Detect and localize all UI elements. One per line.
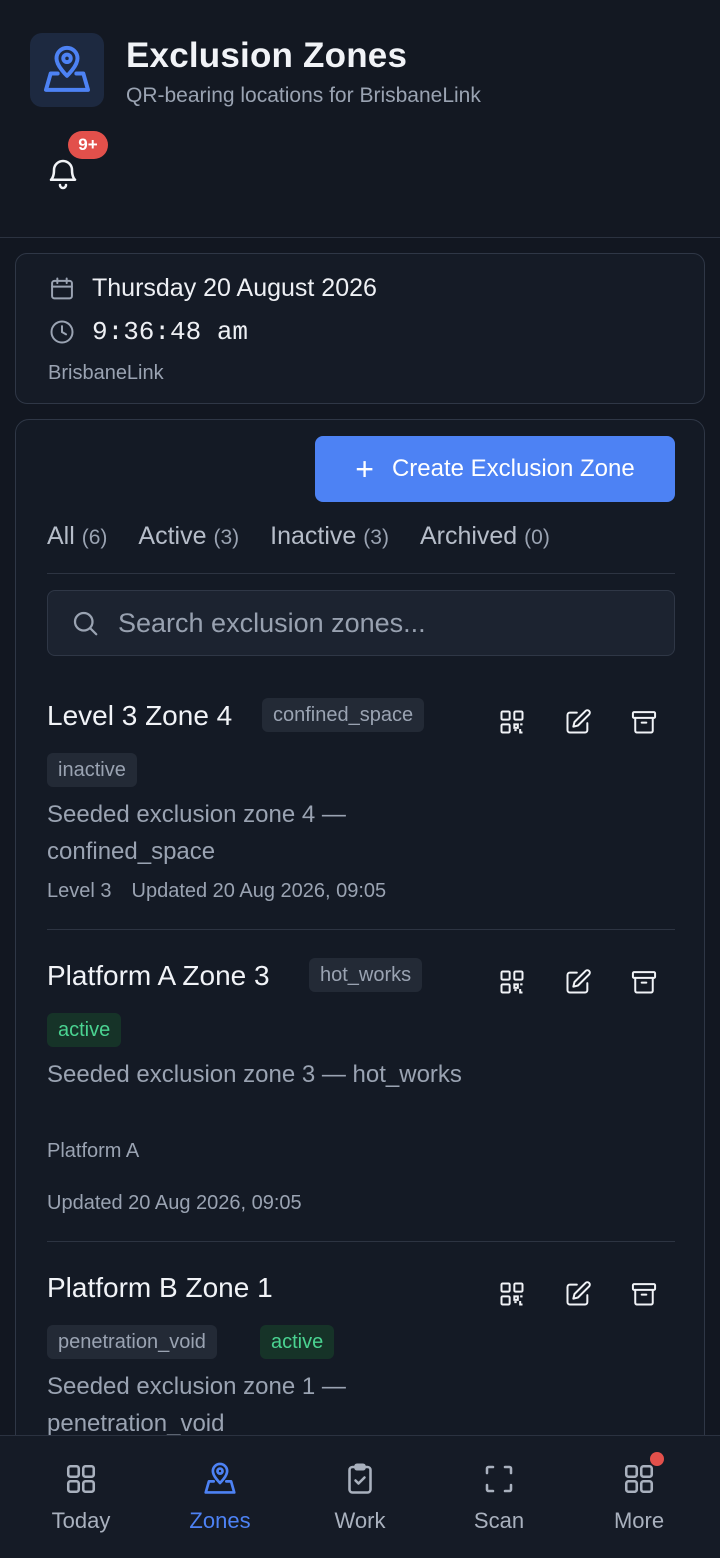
status-badge: inactive [47,753,137,787]
date-time-card: Thursday 20 August 2026 9:36:48 am Brisb… [15,253,705,404]
qr-code-icon [500,1282,524,1306]
search-input[interactable] [118,607,618,639]
nav-item-more[interactable]: More [569,1436,709,1558]
page-subtitle: QR-bearing locations for BrisbaneLink [126,84,481,107]
edit-icon [566,969,591,994]
archive-icon [631,971,657,994]
zone-description: Seeded exclusion zone 4 — confined_space [47,801,346,865]
zone-updated: Updated 20 Aug 2026, 09:05 [47,1192,302,1214]
nav-label: Today [51,1508,111,1533]
zone-name: Platform B Zone 1 [47,1272,273,1303]
plus-icon: + [355,451,374,487]
nav-item-zones[interactable]: Zones [150,1436,290,1558]
current-time: 9:36:48 am [92,317,249,347]
tab-all[interactable]: All (6) [47,518,107,573]
archive-icon [631,1283,657,1306]
qr-code-icon [500,710,524,734]
app-header: Exclusion Zones QR-bearing locations for… [0,0,720,238]
qr-code-button[interactable] [494,704,530,740]
archive-button[interactable] [626,704,662,740]
calendar-icon [48,275,76,303]
scan-icon [480,1460,518,1498]
zone-type-badge: confined_space [262,698,425,732]
edit-icon [566,709,591,734]
notification-dot [650,1452,664,1466]
edit-button[interactable] [560,1276,596,1312]
edit-button[interactable] [560,704,596,740]
organisation-name: BrisbaneLink [48,362,164,384]
zones-panel: + Create Exclusion Zone All (6) Active (… [15,419,705,1519]
tab-inactive[interactable]: Inactive (3) [270,518,389,573]
create-zone-label: Create Exclusion Zone [391,455,635,482]
grid-icon [62,1460,100,1498]
create-zone-button[interactable]: + Create Exclusion Zone [315,436,675,502]
archive-button[interactable] [626,964,662,1000]
qr-code-icon [500,970,524,994]
zone-item[interactable]: Level 3 Zone 4 confined_space inactive S… [47,678,675,930]
map-pin-icon [201,1460,239,1498]
nav-label: Scan [473,1508,525,1533]
status-badge: active [47,1013,122,1047]
clock-icon [48,318,76,346]
page-title: Exclusion Zones [126,36,408,75]
zone-item[interactable]: Platform B Zone 1 penetration_void activ… [47,1242,675,1442]
zone-type-badge: penetration_void [47,1325,217,1359]
zone-location: Level 3 [47,880,112,902]
zone-updated: Updated 20 Aug 2026, 09:05 [131,880,387,902]
bell-icon [49,159,77,190]
edit-button[interactable] [560,964,596,1000]
zone-name: Level 3 Zone 4 [47,700,233,731]
search-icon [70,608,100,638]
nav-item-scan[interactable]: Scan [429,1436,569,1558]
zone-description: Seeded exclusion zone 1 — penetration_vo… [47,1373,346,1437]
status-badge: active [260,1325,335,1359]
nav-label: Zones [189,1508,251,1533]
qr-code-button[interactable] [494,964,530,1000]
zone-location: Platform A [47,1140,140,1162]
edit-icon [566,1281,591,1306]
zone-meta: Level 3 Updated 20 Aug 2026, 09:05 [47,880,386,903]
status-tabs: All (6) Active (3) Inactive (3) Archived… [47,518,675,574]
clipboard-check-icon [341,1460,379,1498]
map-pin-icon [30,33,104,107]
apps-icon [620,1452,664,1498]
nav-item-today[interactable]: Today [11,1436,151,1558]
bottom-nav: Today Zones Work Scan More [0,1435,720,1558]
current-date: Thursday 20 August 2026 [92,274,377,302]
search-bar [47,590,675,656]
tab-archived[interactable]: Archived (0) [420,518,550,573]
zone-name: Platform A Zone 3 [47,960,270,991]
nav-label: Work [334,1508,386,1533]
notification-badge: 9+ [68,131,108,159]
zone-description: Seeded exclusion zone 3 — hot_works [47,1061,462,1088]
zone-type-badge: hot_works [309,958,423,992]
archive-button[interactable] [626,1276,662,1312]
tab-active[interactable]: Active (3) [138,518,239,573]
nav-label: More [613,1508,665,1533]
archive-icon [631,711,657,734]
nav-item-work[interactable]: Work [290,1436,430,1558]
zone-item[interactable]: Platform A Zone 3 hot_works active Seede… [47,930,675,1242]
qr-code-button[interactable] [494,1276,530,1312]
